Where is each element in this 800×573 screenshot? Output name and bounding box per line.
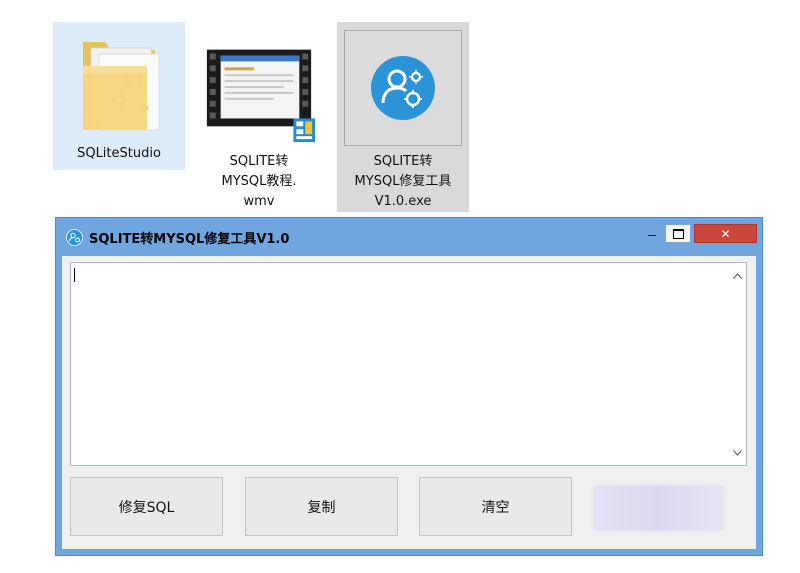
- desktop-icon-label: V1.0.exe: [374, 194, 432, 209]
- blurred-region: [593, 485, 724, 531]
- sql-textarea[interactable]: [71, 263, 728, 465]
- close-button[interactable]: ✕: [694, 224, 757, 243]
- minimize-button[interactable]: –: [639, 219, 665, 241]
- desktop-icon-label: SQLiteStudio: [77, 146, 161, 161]
- exe-icon-frame: [344, 30, 462, 146]
- maximize-button[interactable]: [665, 224, 691, 243]
- maximize-icon: [672, 228, 684, 239]
- desktop-icon-repair-tool-exe[interactable]: SQLITE转 MYSQL修复工具 V1.0.exe: [337, 22, 469, 212]
- close-icon: ✕: [720, 226, 731, 241]
- title-bar[interactable]: SQLITE转MYSQL修复工具V1.0 – ✕: [56, 218, 762, 256]
- clear-button[interactable]: 清空: [419, 477, 572, 536]
- vertical-scrollbar[interactable]: [728, 263, 746, 465]
- desktop-icon-label: wmv: [243, 194, 275, 209]
- repair-sql-button[interactable]: 修复SQL: [70, 477, 223, 536]
- copy-button[interactable]: 复制: [245, 477, 398, 536]
- desktop-icon-label: MYSQL修复工具: [354, 174, 452, 189]
- desktop-icon-tutorial-video[interactable]: SQLITE转 MYSQL教程. wmv: [190, 22, 328, 212]
- app-window: SQLITE转MYSQL修复工具V1.0 – ✕ 修复SQL 复制 清空: [55, 217, 763, 556]
- desktop-icon-label: MYSQL教程.: [221, 174, 297, 189]
- minimize-icon: –: [648, 226, 656, 242]
- scroll-down-arrow-icon[interactable]: [728, 444, 746, 461]
- output-textbox[interactable]: [70, 262, 747, 466]
- folder-icon: [83, 42, 160, 131]
- app-title-icon: [66, 229, 83, 246]
- desktop-icon-label: SQLITE转: [373, 154, 433, 169]
- scroll-up-arrow-icon[interactable]: [728, 267, 746, 284]
- desktop-icon-sqlitestudio[interactable]: SQLiteStudio: [53, 22, 185, 170]
- desktop-icon-label: SQLITE转: [229, 154, 289, 169]
- video-file-icon: [206, 49, 316, 143]
- window-title: SQLITE转MYSQL修复工具V1.0: [89, 232, 290, 247]
- user-gear-icon: [371, 56, 435, 120]
- desktop: SQLiteStudio SQLITE转 MYSQL教程. wmv SQLITE…: [0, 0, 800, 573]
- window-client-area: 修复SQL 复制 清空: [62, 256, 756, 549]
- text-caret: [74, 268, 75, 282]
